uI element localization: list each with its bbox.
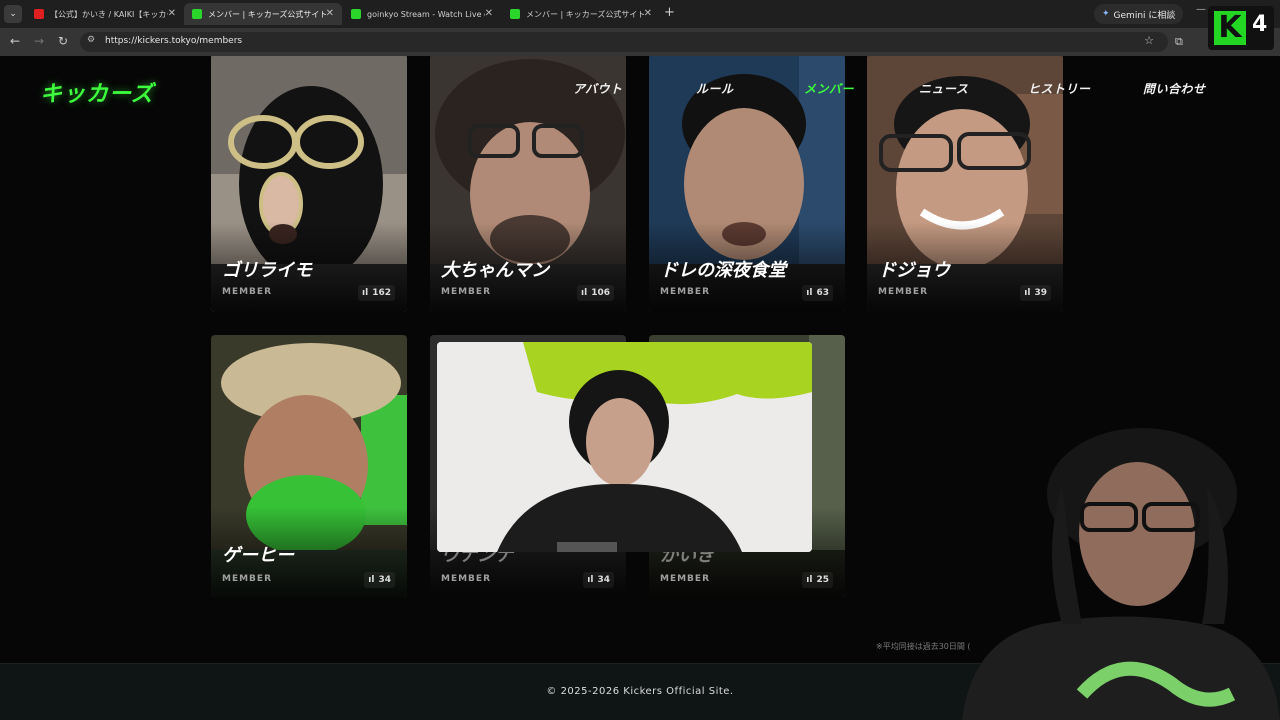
tab-title: メンバー | キッカーズ公式サイト xyxy=(526,9,644,19)
bar-chart-icon: ıl xyxy=(806,575,813,585)
tab-search-button[interactable]: ⌄ xyxy=(4,5,22,23)
gemini-label: Gemini に相談 xyxy=(1113,10,1176,21)
reload-icon[interactable]: ↻ xyxy=(58,34,68,48)
member-name: ドレの深夜食堂 xyxy=(660,260,786,281)
nav-news[interactable]: ニュース xyxy=(919,80,968,97)
member-name: ゲーヒー xyxy=(222,545,294,566)
views-count: 34 xyxy=(597,575,610,585)
bar-chart-icon: ıl xyxy=(806,288,813,298)
new-tab-button[interactable]: + xyxy=(664,5,675,20)
member-name: ゴリライモ xyxy=(222,260,312,281)
forward-icon[interactable]: → xyxy=(34,34,44,48)
youtube-icon xyxy=(34,9,44,19)
members-page: ゴリライモ MEMBER ıl 162 大ちゃんマン MEMBER ıl 106 ド… xyxy=(0,56,1280,720)
views-count: 39 xyxy=(1034,288,1047,298)
site-logo[interactable]: キッカーズ xyxy=(40,76,154,108)
member-name: 大ちゃんマン xyxy=(441,260,549,281)
nav-history[interactable]: ヒストリー xyxy=(1028,80,1091,97)
streamer-webcam-overlay xyxy=(962,428,1280,720)
back-icon[interactable]: ← xyxy=(10,34,20,48)
member-role: MEMBER xyxy=(441,574,491,584)
views-badge: ıl 63 xyxy=(802,285,833,301)
tab-title: メンバー | キッカーズ公式サイト xyxy=(208,9,326,19)
views-count: 162 xyxy=(372,288,391,298)
bar-chart-icon: ıl xyxy=(362,288,369,298)
minimize-icon[interactable]: — xyxy=(1196,4,1206,15)
url-text: https://kickers.tokyo/members xyxy=(105,36,243,46)
member-role: MEMBER xyxy=(222,574,272,584)
views-count: 34 xyxy=(378,575,391,585)
browser-toolbar: ← → ↻ ⚙ https://kickers.tokyo/members ☆ … xyxy=(0,28,1280,56)
kick-favicon-icon xyxy=(351,9,361,19)
average-viewers-note: ※平均同接は過去30日間 ( xyxy=(876,642,971,651)
bookmark-star-icon[interactable]: ☆ xyxy=(1144,34,1154,47)
pip-video-overlay xyxy=(437,342,812,552)
site-info-icon[interactable]: ⚙ xyxy=(87,35,95,45)
tab-members[interactable]: メンバー | キッカーズ公式サイト ✕ xyxy=(502,3,660,25)
member-role: MEMBER xyxy=(660,574,710,584)
tab-members-active[interactable]: メンバー | キッカーズ公式サイト ✕ xyxy=(184,3,342,25)
close-tab-icon[interactable]: ✕ xyxy=(644,8,652,19)
close-tab-icon[interactable]: ✕ xyxy=(168,8,176,19)
kickers-favicon-icon xyxy=(192,9,202,19)
views-badge: ıl 25 xyxy=(802,572,833,588)
pip-video-frame xyxy=(437,342,812,552)
nav-members[interactable]: メンバー xyxy=(804,80,854,97)
gemini-spark-icon: ✦ xyxy=(1102,9,1110,19)
stream-badge: K 4 xyxy=(1208,6,1274,50)
extensions-icon[interactable]: ⧉ xyxy=(1175,35,1183,49)
views-badge: ıl 106 xyxy=(577,285,614,301)
views-badge: ıl 34 xyxy=(364,572,395,588)
member-role: MEMBER xyxy=(878,287,928,297)
views-count: 106 xyxy=(591,288,610,298)
address-bar[interactable]: ⚙ https://kickers.tokyo/members ☆ xyxy=(80,32,1168,52)
nav-rules[interactable]: ルール xyxy=(696,80,734,97)
bar-chart-icon: ıl xyxy=(581,288,588,298)
close-tab-icon[interactable]: ✕ xyxy=(326,8,334,19)
bar-chart-icon: ıl xyxy=(368,575,375,585)
badge-number: 4 xyxy=(1252,12,1268,37)
views-count: 25 xyxy=(816,575,829,585)
member-card-goriraimo[interactable]: ゴリライモ MEMBER ıl 162 xyxy=(211,56,407,312)
tab-title: goinkyo Stream - Watch Live o xyxy=(367,9,485,19)
member-name: ドジョウ xyxy=(878,260,950,281)
bar-chart-icon: ıl xyxy=(1024,288,1031,298)
tab-strip: ⌄ 【公式】かいき / KAIKI【キッカーズ ✕ メンバー | キッカーズ公式… xyxy=(0,0,1280,28)
member-role: MEMBER xyxy=(441,287,491,297)
member-role: MEMBER xyxy=(222,287,272,297)
tab-goinkyo-stream[interactable]: goinkyo Stream - Watch Live o ✕ xyxy=(343,3,501,25)
tab-title: 【公式】かいき / KAIKI【キッカーズ xyxy=(50,9,168,19)
kickers-favicon-icon xyxy=(510,9,520,19)
nav-about[interactable]: アバウト xyxy=(573,80,623,97)
gemini-button[interactable]: ✦ Gemini に相談 xyxy=(1094,4,1184,24)
bar-chart-icon: ıl xyxy=(587,575,594,585)
views-count: 63 xyxy=(816,288,829,298)
nav-contact[interactable]: 問い合わせ xyxy=(1143,80,1206,97)
tab-kaiki[interactable]: 【公式】かいき / KAIKI【キッカーズ ✕ xyxy=(26,3,184,25)
member-card-gehee[interactable]: ゲーヒー MEMBER ıl 34 xyxy=(211,335,407,597)
views-badge: ıl 39 xyxy=(1020,285,1051,301)
views-badge: ıl 162 xyxy=(358,285,395,301)
close-tab-icon[interactable]: ✕ xyxy=(485,8,493,19)
kick-logo-icon: K xyxy=(1214,11,1246,45)
member-role: MEMBER xyxy=(660,287,710,297)
views-badge: ıl 34 xyxy=(583,572,614,588)
